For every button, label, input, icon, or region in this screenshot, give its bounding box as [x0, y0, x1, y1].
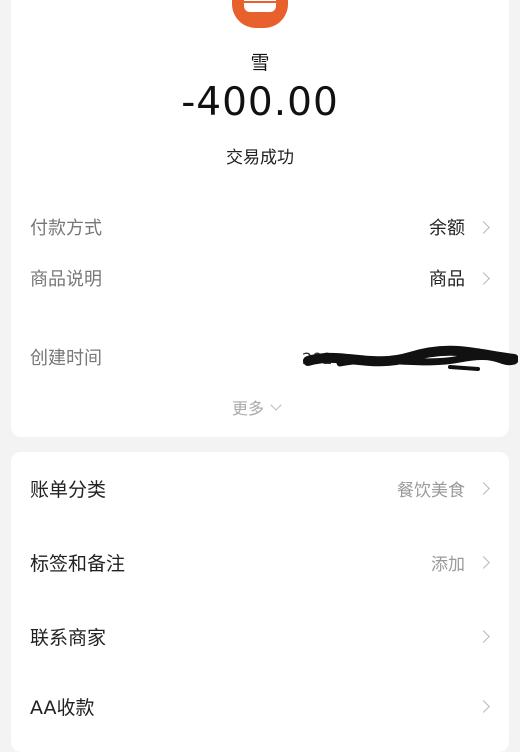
aa-collection-label: AA收款 — [30, 696, 95, 719]
redaction-scribble — [303, 345, 518, 371]
transaction-amount: -400.00 — [181, 80, 339, 125]
chevron-right-icon — [477, 220, 490, 234]
product-description-row[interactable]: 商品说明 商品 — [30, 262, 490, 294]
chevron-right-icon — [477, 271, 490, 285]
more-toggle[interactable]: 更多 — [232, 395, 282, 419]
chevron-right-icon — [477, 555, 490, 569]
created-time-label: 创建时间 — [30, 348, 102, 369]
bill-category-label: 账单分类 — [30, 478, 107, 501]
more-label: 更多 — [232, 399, 265, 418]
contact-merchant-row[interactable]: 联系商家 — [30, 619, 490, 653]
tags-notes-row[interactable]: 标签和备注 添加 — [30, 545, 490, 579]
transaction-status: 交易成功 — [226, 148, 294, 168]
chevron-down-icon — [270, 399, 282, 411]
chevron-right-icon — [477, 481, 490, 495]
chevron-right-icon — [477, 629, 490, 643]
chevron-right-icon — [477, 699, 490, 713]
payment-method-value: 余额 — [429, 218, 465, 239]
shop-icon — [244, 0, 276, 12]
payment-method-label: 付款方式 — [30, 218, 102, 239]
tags-notes-value: 添加 — [431, 554, 465, 575]
contact-merchant-label: 联系商家 — [30, 626, 107, 649]
payment-method-row[interactable]: 付款方式 余额 — [30, 211, 490, 243]
tags-notes-label: 标签和备注 — [30, 552, 126, 575]
bill-category-value: 餐饮美食 — [397, 480, 465, 501]
merchant-name: 雪 — [250, 52, 270, 74]
aa-collection-row[interactable]: AA收款 — [30, 689, 490, 723]
product-description-value: 商品 — [429, 269, 465, 290]
product-description-label: 商品说明 — [30, 269, 102, 290]
bill-category-row[interactable]: 账单分类 餐饮美食 — [30, 471, 490, 505]
